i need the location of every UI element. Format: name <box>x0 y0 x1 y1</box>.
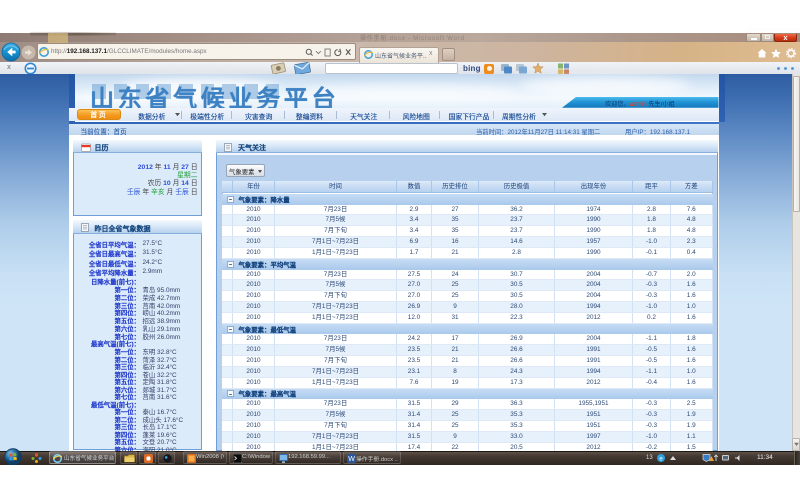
svg-text:W: W <box>348 456 355 463</box>
